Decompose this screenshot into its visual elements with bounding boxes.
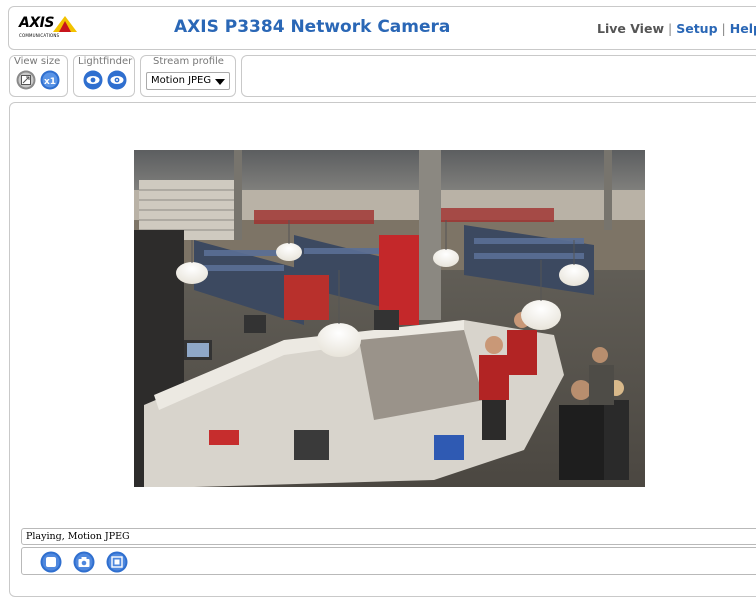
stream-profile-value: Motion JPEG bbox=[151, 75, 212, 86]
view-size-group: View size x1 bbox=[9, 55, 68, 97]
stream-profile-label: Stream profile bbox=[153, 56, 224, 67]
axis-logo[interactable]: AXIS COMMUNICATIONS bbox=[19, 15, 79, 41]
lightfinder-off-icon[interactable] bbox=[83, 70, 103, 90]
stop-icon[interactable] bbox=[40, 551, 62, 573]
stream-profile-group: Stream profile Motion JPEG bbox=[140, 55, 236, 97]
live-video-stream[interactable] bbox=[134, 150, 645, 487]
chevron-down-icon bbox=[215, 79, 225, 85]
nav-setup[interactable]: Setup bbox=[676, 21, 717, 36]
nav-help[interactable]: Help bbox=[730, 21, 756, 36]
logo-triangle-icon bbox=[53, 16, 77, 32]
header-bar: AXIS COMMUNICATIONS AXIS P3384 Network C… bbox=[8, 6, 756, 50]
page-title: AXIS P3384 Network Camera bbox=[174, 17, 451, 37]
stream-profile-select[interactable]: Motion JPEG bbox=[146, 72, 230, 90]
logo-subtext: COMMUNICATIONS bbox=[19, 33, 60, 38]
logo-text: AXIS bbox=[19, 15, 54, 31]
toolbar-empty-panel bbox=[241, 55, 756, 97]
nav-live-view[interactable]: Live View bbox=[597, 21, 664, 36]
svg-text:x1: x1 bbox=[44, 77, 56, 87]
nav-separator: | bbox=[668, 21, 673, 36]
fit-to-window-icon[interactable] bbox=[16, 70, 36, 90]
lightfinder-group: Lightfinder bbox=[73, 55, 135, 97]
full-size-icon[interactable]: x1 bbox=[40, 70, 60, 90]
status-text: Playing, Motion JPEG bbox=[26, 531, 130, 542]
video-control-bar bbox=[21, 547, 756, 575]
top-nav: Live View|Setup|Help bbox=[597, 21, 756, 36]
nav-separator: | bbox=[721, 21, 726, 36]
view-size-label: View size bbox=[14, 56, 61, 67]
lightfinder-on-icon[interactable] bbox=[107, 70, 127, 90]
fullscreen-icon[interactable] bbox=[106, 551, 128, 573]
snapshot-icon[interactable] bbox=[73, 551, 95, 573]
lightfinder-label: Lightfinder bbox=[78, 56, 133, 67]
status-bar: Playing, Motion JPEG bbox=[21, 528, 756, 545]
